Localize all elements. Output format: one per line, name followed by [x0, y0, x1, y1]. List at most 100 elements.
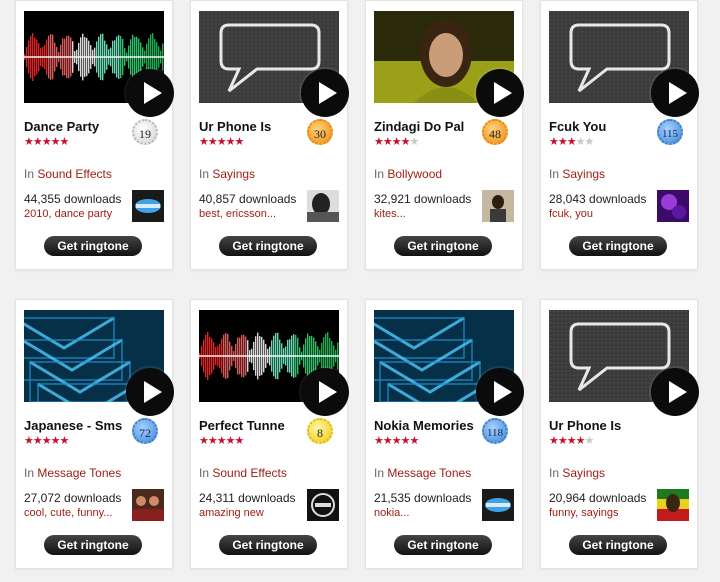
ringtone-card[interactable]: Zindagi Do Pal ★★★★★ 48 In Bollywood 32,…: [365, 0, 524, 270]
star-icon: ★: [32, 136, 43, 148]
play-icon[interactable]: [126, 69, 174, 117]
uploader-avatar[interactable]: [657, 190, 689, 222]
category-prefix: In: [374, 466, 385, 480]
download-count: 44,355 downloads: [24, 192, 121, 206]
ringtone-title[interactable]: Dance Party: [24, 119, 99, 134]
uploader-avatar[interactable]: [657, 489, 689, 521]
star-rating: ★★★★★: [549, 435, 595, 447]
download-count: 21,535 downloads: [374, 491, 471, 505]
play-icon[interactable]: [651, 69, 699, 117]
uploader-avatar[interactable]: [307, 489, 339, 521]
star-icon: ★: [549, 136, 559, 148]
tags-link[interactable]: nokia...: [374, 507, 409, 519]
download-number: 28,043: [549, 192, 586, 206]
category-link[interactable]: Bollywood: [387, 167, 442, 181]
ringtone-title[interactable]: Ur Phone Is: [549, 418, 621, 433]
star-icon: ★: [382, 136, 393, 148]
tags-link[interactable]: fcuk, you: [549, 208, 593, 220]
category-prefix: In: [549, 466, 560, 480]
play-icon[interactable]: [476, 368, 524, 416]
download-number: 24,311: [199, 491, 235, 505]
ringtone-title[interactable]: Ur Phone Is: [199, 119, 271, 134]
rank-badge: 30: [307, 119, 333, 145]
ringtone-grid: Dance Party ★★★★★ 19 In Sound Effects 44…: [0, 0, 720, 582]
download-count: 40,857 downloads: [199, 192, 296, 206]
star-icon: ★: [584, 435, 595, 447]
star-icon: ★: [374, 435, 384, 447]
ringtone-title[interactable]: Nokia Memories: [374, 418, 474, 433]
category-line: In Sayings: [549, 466, 605, 480]
star-icon: ★: [234, 435, 245, 447]
category-link[interactable]: Sayings: [212, 167, 255, 181]
uploader-avatar[interactable]: [132, 190, 164, 222]
rank-badge: 72: [132, 418, 158, 444]
download-count: 32,921 downloads: [374, 192, 471, 206]
ringtone-card[interactable]: Ur Phone Is ★★★★★ 30 In Sayings 40,857 d…: [190, 0, 349, 270]
tags-link[interactable]: funny, sayings: [549, 507, 619, 519]
ringtone-card[interactable]: Ur Phone Is ★★★★★ In Sayings 20,964 down…: [540, 299, 699, 569]
category-prefix: In: [199, 466, 210, 480]
play-icon[interactable]: [301, 69, 349, 117]
download-count: 27,072 downloads: [24, 491, 121, 505]
play-icon[interactable]: [126, 368, 174, 416]
star-rating: ★★★★★: [199, 136, 244, 148]
download-number: 32,921: [374, 192, 411, 206]
ringtone-card[interactable]: Nokia Memories ★★★★★ 118 In Message Tone…: [365, 299, 524, 569]
category-link[interactable]: Message Tones: [387, 466, 471, 480]
star-icon: ★: [32, 435, 43, 447]
star-icon: ★: [41, 136, 52, 148]
uploader-avatar[interactable]: [132, 489, 164, 521]
ringtone-title[interactable]: Fcuk You: [549, 119, 606, 134]
get-ringtone-button[interactable]: Get ringtone: [219, 236, 317, 256]
category-line: In Sayings: [199, 167, 255, 181]
play-icon[interactable]: [651, 368, 699, 416]
ringtone-card[interactable]: Dance Party ★★★★★ 19 In Sound Effects 44…: [15, 0, 174, 270]
download-number: 40,857: [199, 192, 236, 206]
get-ringtone-button[interactable]: Get ringtone: [219, 535, 317, 555]
ringtone-title[interactable]: Japanese - Sms: [24, 418, 122, 433]
get-ringtone-button[interactable]: Get ringtone: [44, 236, 142, 256]
download-suffix: downloads: [238, 491, 296, 505]
download-suffix: downloads: [414, 192, 472, 206]
ringtone-title[interactable]: Perfect Tunne: [199, 418, 285, 433]
get-ringtone-button[interactable]: Get ringtone: [44, 535, 142, 555]
star-rating: ★★★★★: [199, 435, 245, 447]
tags-link[interactable]: amazing new: [199, 507, 264, 519]
tags-link[interactable]: kites...: [374, 208, 406, 220]
ringtone-card[interactable]: Perfect Tunne ★★★★★ 8 In Sound Effects 2…: [190, 299, 349, 569]
star-icon: ★: [374, 136, 384, 148]
uploader-avatar[interactable]: [482, 489, 514, 521]
tags-link[interactable]: 2010, dance party: [24, 208, 112, 220]
uploader-avatar[interactable]: [482, 190, 514, 222]
play-icon[interactable]: [476, 69, 524, 117]
ringtone-title[interactable]: Zindagi Do Pal: [374, 119, 464, 134]
ringtone-card[interactable]: Japanese - Sms ★★★★★ 72 In Message Tones…: [15, 299, 174, 569]
star-icon: ★: [24, 136, 34, 148]
uploader-avatar[interactable]: [307, 190, 339, 222]
category-link[interactable]: Sayings: [562, 466, 605, 480]
get-ringtone-button[interactable]: Get ringtone: [569, 535, 667, 555]
star-icon: ★: [207, 136, 218, 148]
category-line: In Message Tones: [374, 466, 471, 480]
ringtone-card[interactable]: Fcuk You ★★★★★ 115 In Sayings 28,043 dow…: [540, 0, 699, 270]
category-link[interactable]: Sayings: [562, 167, 605, 181]
category-link[interactable]: Sound Effects: [212, 466, 287, 480]
category-link[interactable]: Message Tones: [37, 466, 121, 480]
rank-badge: 115: [657, 119, 683, 145]
star-rating: ★★★★★: [549, 136, 594, 148]
get-ringtone-button[interactable]: Get ringtone: [394, 535, 492, 555]
star-icon: ★: [41, 435, 52, 447]
tags-link[interactable]: best, ericsson...: [199, 208, 276, 220]
play-icon[interactable]: [301, 368, 349, 416]
category-prefix: In: [24, 167, 35, 181]
star-icon: ★: [199, 136, 209, 148]
get-ringtone-button[interactable]: Get ringtone: [569, 236, 667, 256]
tags-link[interactable]: cool, cute, funny...: [24, 507, 112, 519]
rank-badge: 8: [307, 418, 333, 444]
star-icon: ★: [566, 435, 577, 447]
star-icon: ★: [59, 435, 70, 447]
get-ringtone-button[interactable]: Get ringtone: [394, 236, 492, 256]
download-suffix: downloads: [239, 192, 297, 206]
category-line: In Sound Effects: [199, 466, 287, 480]
category-link[interactable]: Sound Effects: [37, 167, 112, 181]
